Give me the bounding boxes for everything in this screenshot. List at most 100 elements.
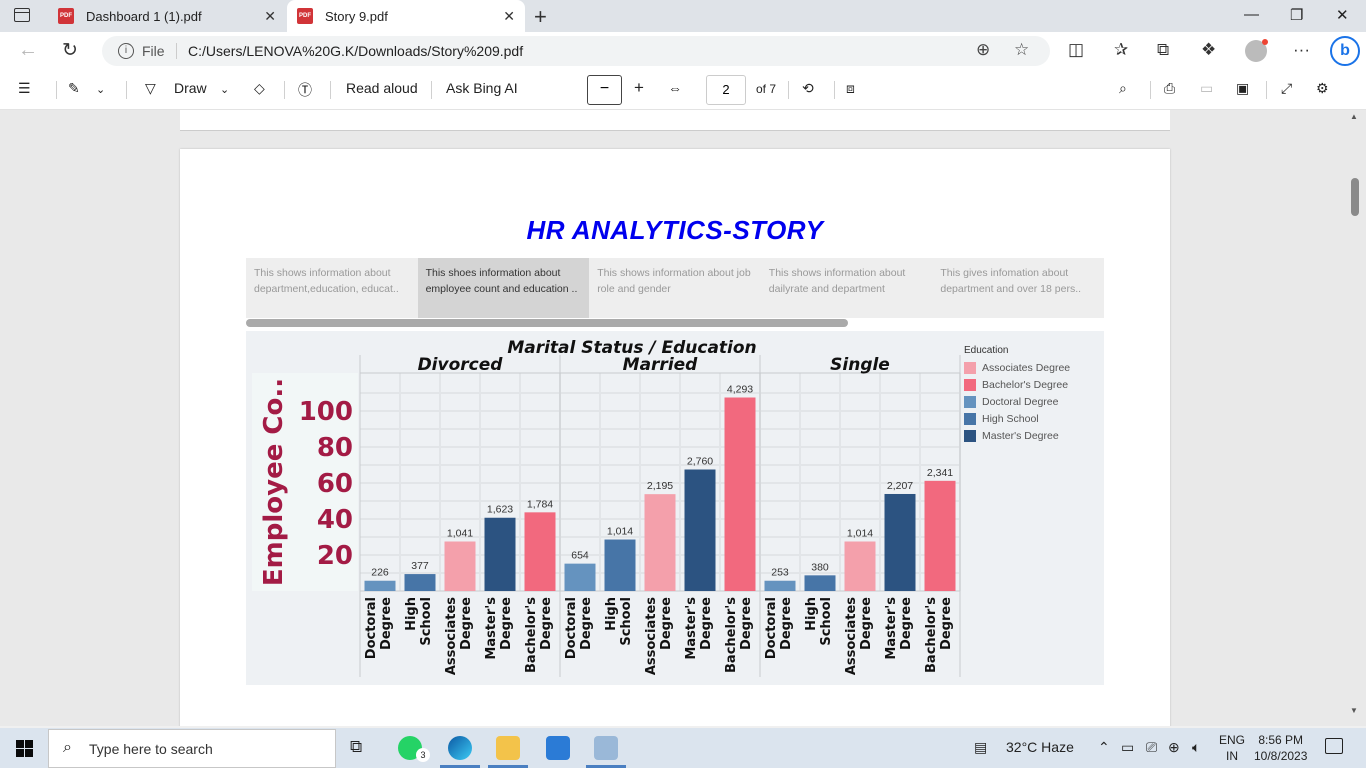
close-window-icon[interactable]: ✕ [1336,6,1349,24]
network-globe-icon[interactable]: ⊕ [1168,739,1180,756]
legend-item: Associates Degree [964,359,1070,376]
refresh-icon[interactable]: ↻ [62,39,78,62]
legend-swatch [964,395,976,408]
data-label: 1,014 [607,526,633,538]
story-point[interactable]: This shows information about job role an… [589,258,761,318]
search-icon[interactable]: ⌕ [1119,80,1127,97]
x-tick-label: Master's [884,597,899,660]
close-icon[interactable]: ✕ [264,8,276,25]
close-icon[interactable]: ✕ [503,8,515,25]
x-tick-label: High [804,597,819,631]
divider [126,81,127,99]
read-aloud-button[interactable]: Read aloud [346,80,418,96]
text-box-icon[interactable]: Ⓣ [298,80,312,100]
notification-center-icon[interactable] [1325,738,1343,754]
x-tick-label: Degree [859,597,874,650]
bar [804,575,836,591]
battery-icon[interactable]: ▭ [1121,739,1134,756]
x-tick-label: High [604,597,619,631]
highlight-icon[interactable]: ✎ [68,80,80,97]
legend-swatch [964,361,976,374]
clock-time: 8:56 PM [1258,733,1304,747]
bing-chat-icon[interactable]: b [1330,36,1360,66]
bar [484,517,516,591]
device-icon[interactable]: ⎚ [1146,739,1157,756]
info-icon[interactable]: i [118,43,134,59]
back-icon[interactable]: ← [18,39,38,62]
story-point-selected[interactable]: This shoes information about employee co… [417,258,590,318]
story-nav-scrollbar[interactable] [246,319,848,327]
mail-icon[interactable] [546,736,570,760]
draw-button[interactable]: Draw [174,80,207,96]
chevron-down-icon[interactable]: ⌄ [220,83,229,96]
save-as-icon[interactable]: ▣ [1236,80,1249,97]
volume-icon[interactable]: 🔈︎ [1192,739,1200,756]
tab-story[interactable]: PDF Story 9.pdf ✕ [287,0,525,32]
x-tick-label: Degree [659,597,674,650]
url-field[interactable]: i File C:/Users/LENOVA%20G.K/Downloads/S… [102,36,1050,66]
rotate-icon[interactable]: ⟲ [802,80,814,97]
page-number-input[interactable]: 2 [706,75,746,105]
divider [1150,81,1151,99]
fullscreen-icon[interactable]: ⤢ [1281,80,1292,97]
split-screen-icon[interactable]: ◫ [1068,40,1084,60]
x-tick-label: Degree [899,597,914,650]
print-icon[interactable]: ⎙ [1164,80,1175,97]
eraser-icon[interactable]: ◇ [254,80,265,97]
windows-start-icon[interactable] [16,740,33,757]
tab-strip: PDF Dashboard 1 (1).pdf ✕ PDF Story 9.pd… [0,0,1366,32]
file-explorer-icon[interactable] [496,736,520,760]
clock[interactable]: 8:56 PM 10/8/2023 [1254,732,1307,764]
more-options-icon[interactable]: ··· [1293,40,1310,60]
story-point[interactable]: This shows information about department,… [246,258,418,318]
task-view-icon[interactable]: ⧉ [350,737,362,757]
bar [844,541,876,591]
x-tick-label: School [619,597,634,646]
story-point[interactable]: This shows information about dailyrate a… [761,258,933,318]
taskbar-search-box[interactable]: ⌕ Type here to search [48,729,336,768]
legend-swatch [964,429,976,442]
x-tick-label: School [419,597,434,646]
zoom-icon[interactable]: ⊕ [976,40,990,60]
scroll-up-arrow[interactable]: ▲ [1350,112,1358,121]
fit-width-icon[interactable]: ⇔ [668,80,682,96]
data-label: 2,195 [647,480,673,492]
language-indicator[interactable]: ENG IN [1219,732,1245,764]
region-code: IN [1226,749,1238,763]
tab-actions-icon[interactable] [14,8,30,22]
weather-text[interactable]: 32°C Haze [1006,739,1074,755]
contents-icon[interactable]: ☰ [18,80,31,97]
new-tab-icon[interactable]: + [534,4,547,30]
url-text[interactable]: C:/Users/LENOVA%20G.K/Downloads/Story%20… [188,43,523,59]
story-point[interactable]: This gives infomation about department a… [932,258,1104,318]
restore-icon[interactable]: ❐ [1290,6,1303,24]
chevron-down-icon[interactable]: ⌄ [96,83,105,96]
scroll-down-arrow[interactable]: ▼ [1350,706,1358,715]
extensions-icon[interactable]: ❖ [1201,40,1216,60]
bar [724,397,756,591]
story-title: HR ANALYTICS-STORY [526,215,824,245]
vertical-scrollbar-thumb[interactable] [1351,178,1359,216]
save-icon[interactable]: ▭ [1200,80,1213,97]
favorites-icon[interactable]: ✰ [1114,40,1128,60]
divider [1266,81,1267,99]
draw-icon[interactable]: ▽ [145,80,156,97]
minimize-icon[interactable]: — [1244,6,1259,23]
chart-panel: Marital Status / Education Employee Co.. 2… [246,331,1104,685]
data-label: 1,014 [847,528,873,540]
snipping-tool-icon[interactable] [594,736,618,760]
chevron-up-icon[interactable]: ⌃ [1098,739,1110,756]
zoom-in-button[interactable]: + [634,78,644,98]
tab-dashboard[interactable]: PDF Dashboard 1 (1).pdf ✕ [48,0,286,32]
weather-icon[interactable]: ▤ [974,739,987,756]
edge-icon[interactable] [448,736,472,760]
favorite-star-icon[interactable]: ☆ [1014,40,1029,60]
pdf-viewer[interactable]: HR ANALYTICS-STORY This shows informatio… [0,110,1366,726]
page-view-icon[interactable]: ⧈ [846,80,855,97]
x-tick-label: Degree [699,597,714,650]
ask-bing-button[interactable]: Ask Bing AI [446,80,518,96]
zoom-out-button[interactable]: − [587,75,622,105]
bar [884,493,916,591]
collections-icon[interactable]: ⧉ [1157,40,1169,60]
settings-gear-icon[interactable]: ⚙ [1316,80,1329,97]
